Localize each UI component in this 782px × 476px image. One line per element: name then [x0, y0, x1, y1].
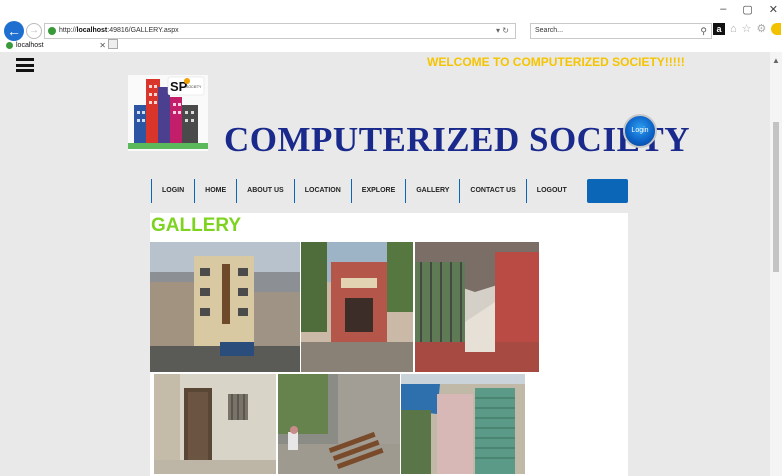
logo-text: SOCIETY — [186, 85, 202, 89]
search-input[interactable]: Search... ⚲ — [530, 23, 712, 39]
nav-contact-us[interactable]: CONTACT US — [459, 179, 525, 203]
settings-gear-icon[interactable]: ⚙ — [757, 22, 767, 35]
login-bubble-button[interactable]: Login — [623, 114, 657, 148]
browser-tab[interactable]: localhost ✕ — [4, 40, 114, 52]
minimize-button[interactable]: – — [720, 3, 726, 16]
page-viewport: WELCOME TO COMPUTERIZED SOCIETY!!!!! SP … — [0, 52, 770, 476]
nav-login[interactable]: LOGIN — [151, 179, 194, 203]
back-button[interactable]: ← — [4, 21, 24, 41]
welcome-banner: WELCOME TO COMPUTERIZED SOCIETY!!!!! — [427, 55, 685, 69]
amazon-icon[interactable]: a — [713, 22, 725, 35]
society-logo: SP SOCIETY — [128, 75, 208, 151]
feedback-smiley-icon[interactable] — [771, 22, 782, 35]
nav-gallery[interactable]: GALLERY — [405, 179, 459, 203]
tab-favicon-icon — [6, 42, 13, 49]
address-bar[interactable]: http://localhost:49816/GALLERY.aspx ▾ ↻ — [44, 23, 516, 39]
home-icon[interactable]: ⌂ — [730, 23, 737, 35]
site-title: COMPUTERIZED SOCIETY — [224, 120, 691, 159]
main-navigation: LOGIN HOME ABOUT US LOCATION EXPLORE GAL… — [151, 179, 628, 203]
browser-chrome: – ▢ ✕ ← → http://localhost:49816/GALLERY… — [0, 0, 782, 52]
url-path: :49816/GALLERY.aspx — [107, 27, 179, 34]
favorites-star-icon[interactable]: ☆ — [742, 22, 752, 35]
url-host: localhost — [76, 27, 108, 34]
nav-location[interactable]: LOCATION — [293, 179, 351, 203]
gallery-photo-shop-front[interactable] — [401, 374, 525, 474]
site-favicon-icon — [48, 27, 56, 35]
nav-explore[interactable]: EXPLORE — [350, 179, 405, 203]
tab-title: localhost — [16, 42, 44, 49]
gallery-photo-corridor[interactable] — [415, 242, 539, 372]
nav-about-us[interactable]: ABOUT US — [236, 179, 294, 203]
search-icon[interactable]: ⚲ — [700, 24, 707, 38]
search-placeholder: Search... — [535, 27, 564, 34]
gallery-photo-society-gate[interactable] — [301, 242, 413, 372]
new-tab-button[interactable] — [108, 39, 118, 49]
window-controls: – ▢ ✕ — [720, 3, 778, 16]
gallery-photo-garden-bench[interactable] — [278, 374, 400, 474]
gallery-section: GALLERY — [150, 213, 628, 476]
hamburger-menu-icon[interactable] — [16, 58, 34, 72]
forward-button[interactable]: → — [26, 23, 42, 39]
scroll-up-icon[interactable]: ▲ — [772, 56, 780, 65]
nav-home[interactable]: HOME — [194, 179, 236, 203]
scroll-thumb[interactable] — [773, 122, 779, 272]
refresh-icon[interactable]: ▾ ↻ — [496, 24, 509, 38]
tab-close-icon[interactable]: ✕ — [99, 40, 106, 51]
gallery-heading: GALLERY — [151, 215, 242, 236]
nav-accent-bar — [586, 179, 628, 203]
nav-logout[interactable]: LOGOUT — [525, 179, 577, 203]
browser-toolbar: a ⌂ ☆ ⚙ — [713, 22, 782, 35]
restore-button[interactable]: ▢ — [742, 3, 752, 16]
page-scrollbar[interactable]: ▲ — [770, 52, 782, 476]
close-window-button[interactable]: ✕ — [769, 3, 778, 16]
gallery-photo-building-front[interactable] — [150, 242, 300, 372]
url-prefix: http:// — [59, 27, 77, 34]
gallery-photo-entrance-door[interactable] — [154, 374, 276, 474]
